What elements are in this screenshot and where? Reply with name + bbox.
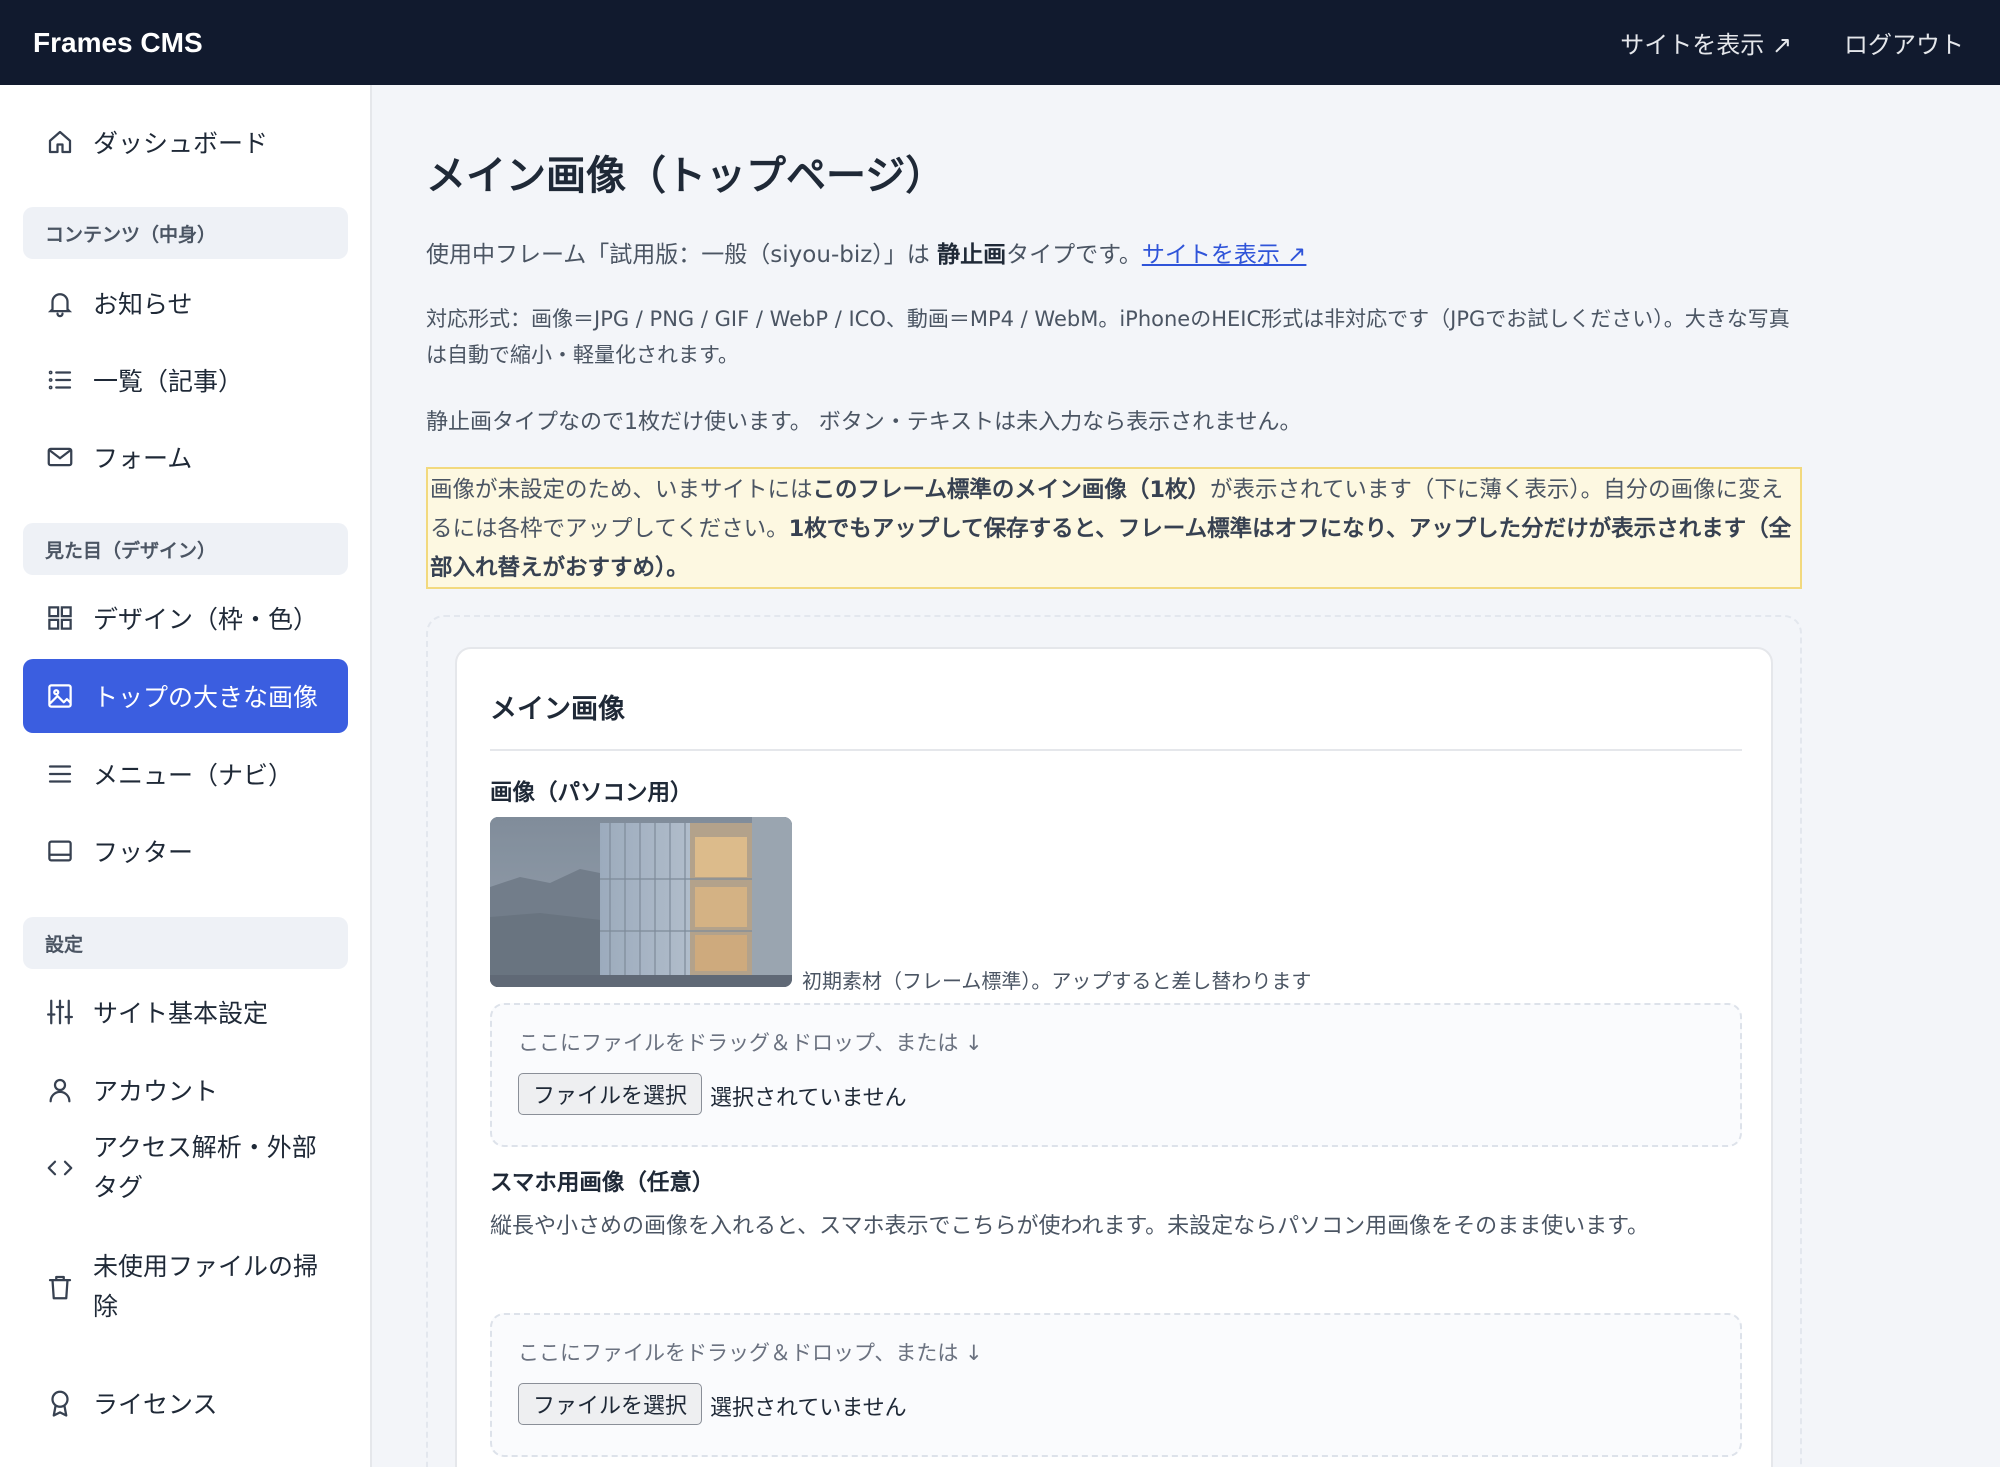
sidebar-item-label: デザイン（枠・色）	[93, 605, 319, 634]
main-content: メイン画像（トップページ） 使用中フレーム「試用版：一般（siyou-biz）」…	[372, 85, 2000, 1467]
view-site-link[interactable]: サイトを表示 ↗	[1620, 25, 1792, 60]
divider	[490, 749, 1742, 751]
section-settings: 設定	[23, 917, 348, 969]
award-icon	[45, 1388, 75, 1418]
default-image-preview	[490, 817, 792, 987]
sidebar: ダッシュボード コンテンツ（中身） お知らせ 一覧（記事） フォーム 見た目（デ…	[0, 85, 372, 1467]
top-actions: サイトを表示 ↗ ログアウト	[1620, 25, 1964, 60]
sidebar-item-design[interactable]: デザイン（枠・色）	[23, 581, 348, 655]
frame-info-suffix: タイプです。	[1006, 242, 1142, 268]
notice-bold: このフレーム標準のメイン画像（1枚）	[812, 477, 1210, 503]
main-image-card: メイン画像 画像（パソコン用） 初期素材（フレーム標準）。アップすると差し替わり…	[455, 647, 1773, 1467]
sidebar-item-label: アカウント	[93, 1077, 219, 1106]
sp-file-select-button[interactable]: ファイルを選択	[518, 1383, 703, 1425]
sidebar-item-label: お知らせ	[93, 290, 193, 319]
sidebar-item-menu[interactable]: メニュー（ナビ）	[23, 737, 348, 811]
sidebar-item-label: アクセス解析・外部タグ	[93, 1133, 317, 1202]
sidebar-item-dashboard[interactable]: ダッシュボード	[23, 105, 348, 179]
dropzone-hint: ここにファイルをドラッグ＆ドロップ、または ↓	[518, 1341, 983, 1365]
menu-icon	[45, 759, 75, 789]
sidebar-item-cleanup[interactable]: 未使用ファイルの掃除	[23, 1237, 348, 1337]
grid-icon	[45, 603, 75, 633]
trash-icon	[45, 1272, 75, 1302]
card-title: メイン画像	[490, 694, 625, 725]
sidebar-item-label: サイト基本設定	[93, 999, 269, 1028]
sp-image-dropzone[interactable]: ここにファイルをドラッグ＆ドロップ、または ↓ ファイルを選択 選択されていませ…	[490, 1313, 1742, 1457]
default-image-notice: 画像が未設定のため、いまサイトにはこのフレーム標準のメイン画像（1枚）が表示され…	[426, 467, 1802, 589]
view-site-inline-link[interactable]: サイトを表示 ↗	[1142, 242, 1307, 268]
sidebar-item-label: メニュー（ナビ）	[93, 761, 294, 790]
sidebar-item-label: ダッシュボード	[93, 129, 269, 158]
user-icon	[45, 1075, 75, 1105]
dropzone-hint: ここにファイルをドラッグ＆ドロップ、または ↓	[518, 1031, 983, 1055]
sp-image-label: スマホ用画像（任意）	[490, 1170, 715, 1196]
frame-info: 使用中フレーム「試用版：一般（siyou-biz）」は 静止画タイプです。サイト…	[426, 235, 1806, 269]
sidebar-item-analytics[interactable]: アクセス解析・外部タグ	[23, 1118, 348, 1218]
sidebar-item-label: 一覧（記事）	[93, 367, 244, 396]
mail-icon	[45, 442, 75, 472]
code-icon	[45, 1153, 75, 1183]
supported-formats: 対応形式：画像＝JPG / PNG / GIF / WebP / ICO、動画＝…	[426, 307, 1790, 367]
section-design: 見た目（デザイン）	[23, 523, 348, 575]
sidebar-item-footer[interactable]: フッター	[23, 814, 348, 888]
frame-info-text: 使用中フレーム「試用版：一般（siyou-biz）」は	[426, 242, 938, 268]
preview-caption: 初期素材（フレーム標準）。アップすると差し替わります	[802, 969, 1312, 993]
sidebar-item-hero-image[interactable]: トップの大きな画像	[23, 659, 348, 733]
pc-image-dropzone[interactable]: ここにファイルをドラッグ＆ドロップ、または ↓ ファイルを選択 選択されていませ…	[490, 1003, 1742, 1147]
frame-type: 静止画	[937, 242, 1007, 268]
list-icon	[45, 365, 75, 395]
image-icon	[45, 681, 75, 711]
sidebar-item-label: トップの大きな画像	[93, 683, 319, 712]
brand-logo[interactable]: Frames CMS	[33, 27, 203, 59]
usage-note: 静止画タイプなので1枚だけ使います。 ボタン・テキストは未入力なら表示されません…	[426, 410, 1302, 435]
sidebar-item-license[interactable]: ライセンス	[23, 1366, 348, 1440]
sliders-icon	[45, 997, 75, 1027]
sidebar-item-label: フォーム	[93, 444, 193, 473]
sidebar-item-label: ライセンス	[93, 1390, 218, 1419]
sidebar-item-account[interactable]: アカウント	[23, 1053, 348, 1127]
bell-icon	[45, 288, 75, 318]
sidebar-item-list[interactable]: 一覧（記事）	[23, 343, 348, 417]
page-title: メイン画像（トップページ）	[426, 153, 946, 199]
sidebar-item-site-settings[interactable]: サイト基本設定	[23, 975, 348, 1049]
section-content: コンテンツ（中身）	[23, 207, 348, 259]
pc-image-label: 画像（パソコン用）	[490, 780, 693, 806]
sidebar-item-label: 未使用ファイルの掃除	[93, 1252, 319, 1321]
sidebar-item-news[interactable]: お知らせ	[23, 266, 348, 340]
sp-image-description: 縦長や小さめの画像を入れると、スマホ表示でこちらが使われます。未設定ならパソコン…	[490, 1214, 1649, 1239]
top-bar: Frames CMS サイトを表示 ↗ ログアウト	[0, 0, 2000, 85]
footer-icon	[45, 836, 75, 866]
pc-file-status: 選択されていません	[710, 1086, 907, 1111]
sidebar-item-label: フッター	[93, 838, 194, 867]
logout-link[interactable]: ログアウト	[1844, 25, 1964, 60]
pc-file-select-button[interactable]: ファイルを選択	[518, 1073, 703, 1115]
sp-file-status: 選択されていません	[710, 1396, 907, 1421]
notice-text: 画像が未設定のため、いまサイトには	[430, 477, 813, 503]
sidebar-item-form[interactable]: フォーム	[23, 420, 348, 494]
home-icon	[45, 127, 75, 157]
